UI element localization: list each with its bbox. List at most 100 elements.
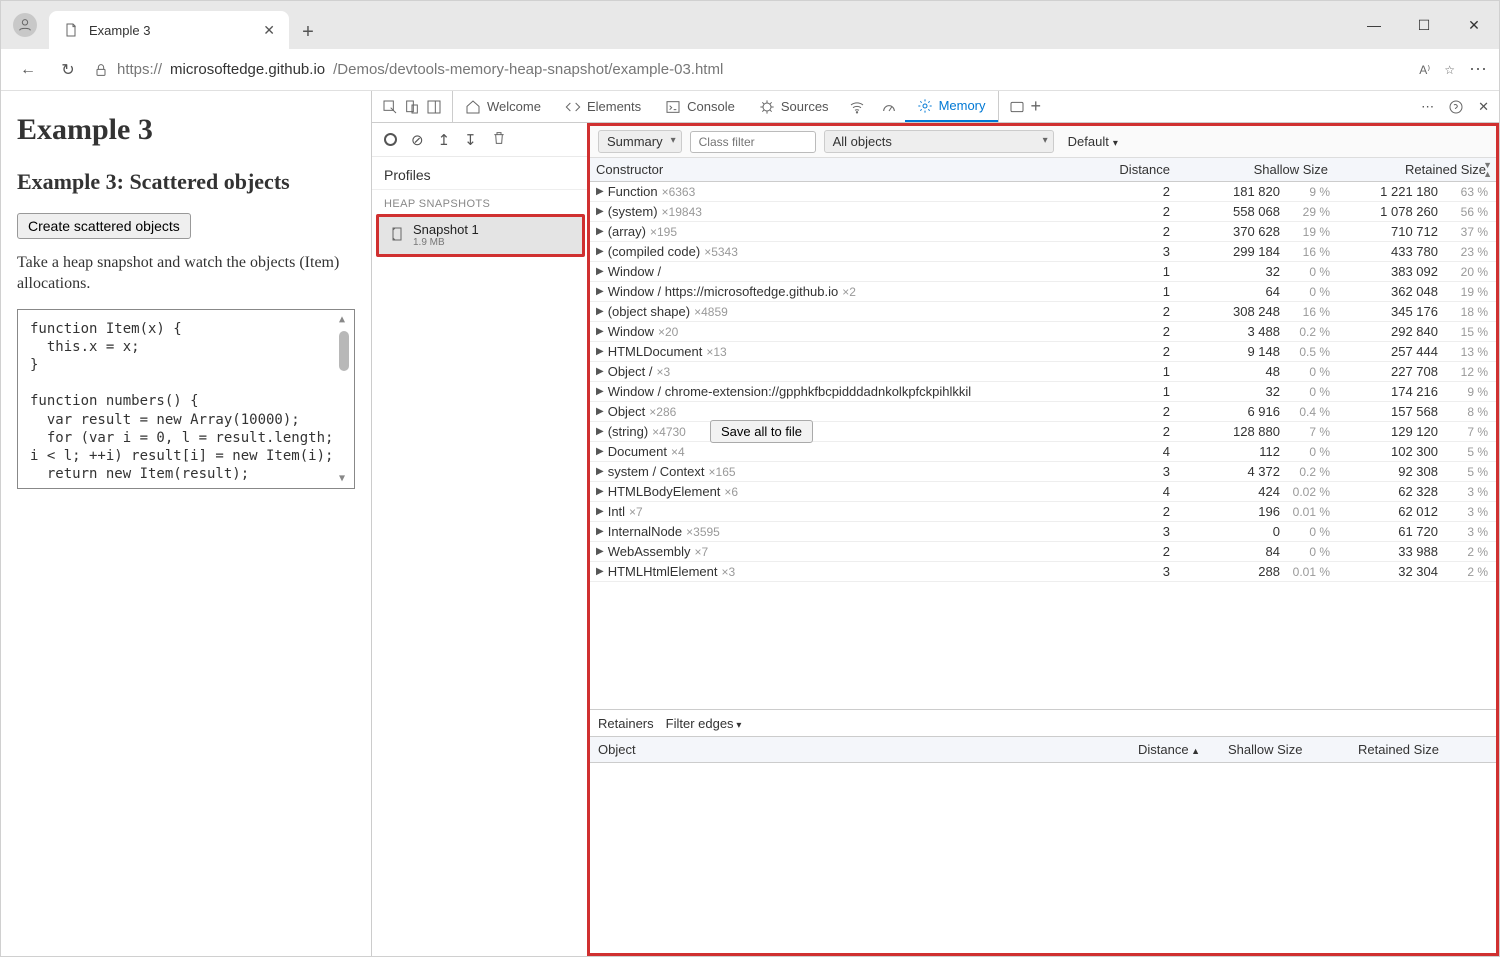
tab-welcome[interactable]: Welcome: [453, 91, 553, 122]
expand-triangle-icon[interactable]: ▶: [596, 386, 604, 397]
expand-triangle-icon[interactable]: ▶: [596, 506, 604, 517]
filter-edges-selector[interactable]: Filter edges: [666, 716, 742, 731]
class-filter-input[interactable]: [690, 131, 816, 153]
snapshot-item[interactable]: Snapshot 1 1.9 MB: [376, 214, 585, 257]
table-row[interactable]: ▶ Object / ×31480 %227 70812 %: [590, 362, 1496, 382]
expand-triangle-icon[interactable]: ▶: [596, 526, 604, 537]
retained-size-value: 257 444: [1332, 344, 1442, 359]
object-scope-selector[interactable]: All objects: [824, 130, 1054, 153]
device-toggle-icon[interactable]: [404, 99, 420, 115]
table-row[interactable]: ▶ HTMLHtmlElement ×332880.01 %32 3042 %: [590, 562, 1496, 582]
maximize-button[interactable]: ☐: [1399, 1, 1449, 49]
table-row[interactable]: ▶ HTMLBodyElement ×644240.02 %62 3283 %: [590, 482, 1496, 502]
expand-triangle-icon[interactable]: ▶: [596, 566, 604, 577]
close-window-button[interactable]: ✕: [1449, 1, 1499, 49]
grouping-selector[interactable]: Default: [1062, 131, 1132, 152]
close-tab-icon[interactable]: ✕: [263, 22, 275, 39]
save-all-to-file-button[interactable]: Save all to file: [710, 420, 813, 443]
table-row[interactable]: ▶ system / Context ×16534 3720.2 %92 308…: [590, 462, 1496, 482]
inspect-icon[interactable]: [382, 99, 398, 115]
retained-size-value: 383 092: [1332, 264, 1442, 279]
expand-triangle-icon[interactable]: ▶: [596, 366, 604, 377]
table-row[interactable]: ▶ Object ×28626 9160.4 %157 5688 %: [590, 402, 1496, 422]
favorite-icon[interactable]: ☆: [1444, 63, 1455, 77]
expand-triangle-icon[interactable]: ▶: [596, 406, 604, 417]
new-tab-button[interactable]: +: [291, 15, 325, 49]
close-devtools-icon[interactable]: ✕: [1478, 99, 1489, 115]
download-icon[interactable]: ↧: [464, 131, 477, 149]
profile-avatar[interactable]: [13, 13, 37, 37]
minimize-button[interactable]: —: [1349, 1, 1399, 49]
expand-triangle-icon[interactable]: ▶: [596, 286, 604, 297]
tab-console[interactable]: Console: [653, 91, 747, 122]
table-row[interactable]: ▶ Intl ×721960.01 %62 0123 %: [590, 502, 1496, 522]
tab-sources[interactable]: Sources: [747, 91, 841, 122]
clear-icon[interactable]: ⊘: [411, 131, 424, 149]
add-panel-icon[interactable]: +: [1031, 96, 1042, 117]
table-row[interactable]: ▶ WebAssembly ×72840 %33 9882 %: [590, 542, 1496, 562]
browser-tab-active[interactable]: Example 3 ✕: [49, 11, 289, 49]
expand-triangle-icon[interactable]: ▶: [596, 226, 604, 237]
shallow-size-pct: 0.02 %: [1284, 485, 1332, 499]
col-distance[interactable]: Distance: [1094, 162, 1174, 177]
more-tools-icon[interactable]: ⋯: [1421, 99, 1434, 115]
expand-triangle-icon[interactable]: ▶: [596, 206, 604, 217]
ret-col-object[interactable]: Object: [598, 742, 1138, 757]
table-row[interactable]: ▶ Document ×441120 %102 3005 %: [590, 442, 1496, 462]
shallow-size-pct: 16 %: [1284, 305, 1332, 319]
performance-icon[interactable]: [881, 99, 897, 115]
expand-triangle-icon[interactable]: ▶: [596, 246, 604, 257]
expand-triangle-icon[interactable]: ▶: [596, 466, 604, 477]
delete-icon[interactable]: [491, 130, 507, 150]
expand-triangle-icon[interactable]: ▶: [596, 326, 604, 337]
wifi-icon[interactable]: [849, 99, 865, 115]
table-row[interactable]: ▶ Window / chrome-extension://gpphkfbcpi…: [590, 382, 1496, 402]
code-preview: function Item(x) { this.x = x; } functio…: [17, 309, 355, 489]
col-constructor[interactable]: Constructor: [596, 162, 1094, 177]
back-button[interactable]: ←: [13, 55, 43, 85]
expand-triangle-icon[interactable]: ▶: [596, 346, 604, 357]
shallow-size-pct: 0.01 %: [1284, 565, 1332, 579]
expand-triangle-icon[interactable]: ▶: [596, 186, 604, 197]
record-button[interactable]: [384, 133, 397, 146]
create-scattered-objects-button[interactable]: Create scattered objects: [17, 213, 191, 239]
panel-icon[interactable]: [1009, 99, 1025, 115]
ret-col-shallow[interactable]: Shallow Size: [1228, 742, 1358, 757]
read-aloud-icon[interactable]: A⁾: [1419, 63, 1430, 77]
expand-triangle-icon[interactable]: ▶: [596, 446, 604, 457]
retainers-tab[interactable]: Retainers: [598, 716, 654, 731]
col-retained-size[interactable]: Retained Size: [1332, 162, 1490, 177]
table-row[interactable]: ▶ Window ×2023 4880.2 %292 84015 %: [590, 322, 1496, 342]
ret-col-retained[interactable]: Retained Size: [1358, 742, 1488, 757]
col-shallow-size[interactable]: Shallow Size: [1174, 162, 1332, 177]
expand-triangle-icon[interactable]: ▶: [596, 486, 604, 497]
expand-triangle-icon[interactable]: ▶: [596, 306, 604, 317]
table-row[interactable]: ▶ (system) ×198432558 06829 %1 078 26056…: [590, 202, 1496, 222]
expand-triangle-icon[interactable]: ▶: [596, 546, 604, 557]
view-selector[interactable]: Summary: [598, 130, 682, 153]
tab-elements[interactable]: Elements: [553, 91, 653, 122]
retained-size-value: 362 048: [1332, 284, 1442, 299]
upload-icon[interactable]: ↥: [438, 131, 451, 149]
dock-icon[interactable]: [426, 99, 442, 115]
shallow-size-value: 196: [1174, 504, 1284, 519]
tab-memory[interactable]: Memory: [905, 91, 998, 122]
ret-col-distance[interactable]: Distance: [1138, 742, 1228, 757]
table-row[interactable]: ▶ Window / https://microsoftedge.github.…: [590, 282, 1496, 302]
expand-triangle-icon[interactable]: ▶: [596, 426, 604, 437]
url-display[interactable]: https://microsoftedge.github.io/Demos/de…: [93, 61, 723, 78]
table-row[interactable]: ▶ (string) ×47302128 8807 %129 1207 %Sav…: [590, 422, 1496, 442]
expand-triangle-icon[interactable]: ▶: [596, 266, 604, 277]
table-row[interactable]: ▶ Function ×63632181 8209 %1 221 18063 %: [590, 182, 1496, 202]
table-row[interactable]: ▶ InternalNode ×3595300 %61 7203 %: [590, 522, 1496, 542]
table-row[interactable]: ▶ (object shape) ×48592308 24816 %345 17…: [590, 302, 1496, 322]
table-row[interactable]: ▶ (array) ×1952370 62819 %710 71237 %: [590, 222, 1496, 242]
code-scrollbar[interactable]: [339, 313, 351, 485]
table-row[interactable]: ▶ (compiled code) ×53433299 18416 %433 7…: [590, 242, 1496, 262]
help-icon[interactable]: [1448, 99, 1464, 115]
table-row[interactable]: ▶ Window / 1320 %383 09220 %: [590, 262, 1496, 282]
refresh-button[interactable]: ↻: [53, 55, 83, 85]
app-menu-icon[interactable]: ⋯: [1469, 59, 1487, 80]
sort-indicator-icon[interactable]: ▼▲: [1483, 161, 1492, 179]
table-row[interactable]: ▶ HTMLDocument ×1329 1480.5 %257 44413 %: [590, 342, 1496, 362]
